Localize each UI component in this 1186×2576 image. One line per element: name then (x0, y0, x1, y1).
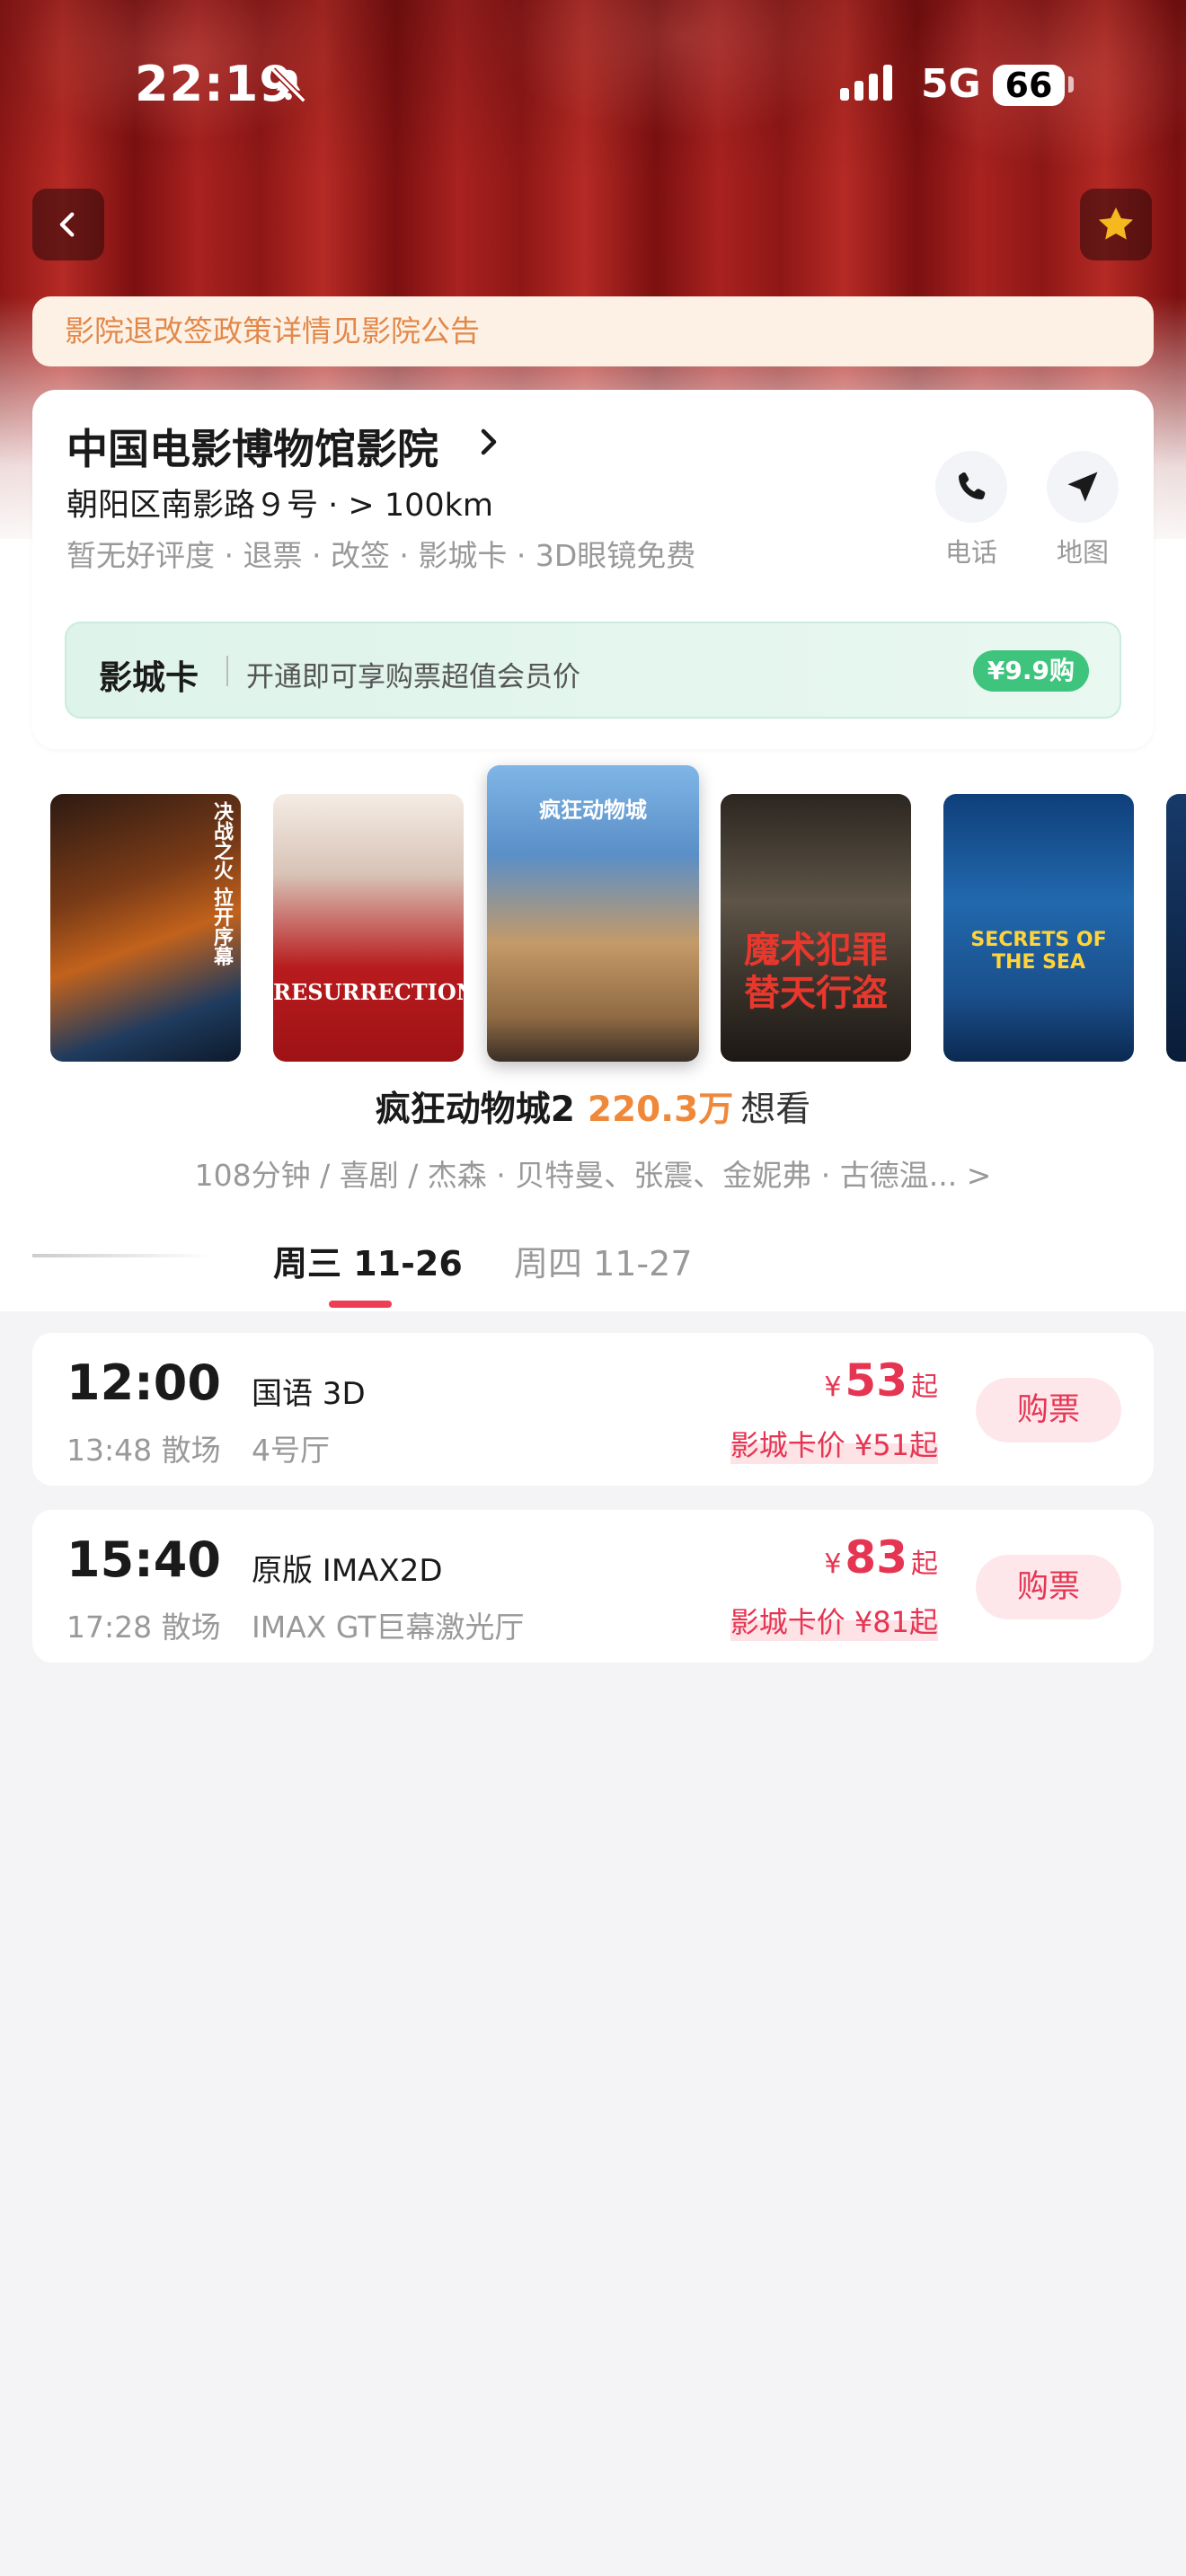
tab-date-thursday[interactable]: 周四 11-27 (514, 1236, 693, 1285)
active-tab-indicator (329, 1301, 392, 1308)
currency-symbol: ¥ (824, 1372, 842, 1403)
signal-icon (840, 65, 898, 101)
now-you-see-me3-poster[interactable]: 魔术犯罪 替天行盗 (721, 794, 911, 1062)
showtime-row[interactable]: 15:40 17:28 散场 原版 IMAX2D IMAX GT巨幕激光厅 ¥8… (32, 1510, 1154, 1663)
start-time: 15:40 (66, 1531, 221, 1588)
movie-title: 疯狂动物城2 (375, 1090, 575, 1130)
favorite-button[interactable] (1080, 189, 1152, 260)
buy-ticket-button[interactable]: 购票 (976, 1555, 1121, 1619)
phone-label: 电话 (944, 537, 997, 568)
map-button[interactable]: 地图 (1042, 451, 1123, 569)
chevron-left-icon (59, 212, 75, 237)
card-price: 影城卡价 ¥81起 (730, 1600, 938, 1641)
tab-fade (32, 1254, 212, 1257)
hall-name: IMAX GT巨幕激光厅 (252, 1610, 525, 1645)
back-button[interactable] (32, 189, 104, 260)
cinema-tags: 暂无好评度 · 退票 · 改签 · 影城卡 · 3D眼镜免费 (66, 538, 696, 573)
want-count: 220.3万 (587, 1090, 734, 1130)
card-price: 影城卡价 ¥51起 (730, 1423, 938, 1464)
price-value: 53 (845, 1354, 907, 1407)
network-type: 5G (921, 61, 981, 107)
tab-date-wednesday[interactable]: 周三 11-26 (273, 1236, 463, 1285)
price-suffix: 起 (911, 1548, 938, 1580)
price: ¥53 起 (824, 1354, 938, 1407)
chevron-right-icon[interactable] (473, 424, 505, 460)
movie-title-row: 疯狂动物城2 220.3万 想看 (0, 1081, 1186, 1132)
map-label: 地图 (1056, 537, 1109, 568)
divider (226, 656, 228, 686)
price-suffix: 起 (911, 1372, 938, 1403)
date-tabs: 周三 11-26 周四 11-27 (0, 1222, 1186, 1308)
cinema-card-promo[interactable]: 影城卡 开通即可享购票超值会员价 ¥9.9购 (65, 622, 1121, 719)
start-time: 12:00 (66, 1354, 221, 1411)
cinema-info-card: 中国电影博物馆影院 朝阳区南影路９号 · > 100km 暂无好评度 · 退票 … (32, 390, 1154, 749)
secrets-of-the-sea-poster[interactable]: SECRETS OF THE SEA (943, 794, 1134, 1062)
hall-name: 4号厅 (252, 1433, 330, 1468)
movie-poster-carousel[interactable]: 决战之火 拉开序幕 RESURRECTION 疯狂动物城 魔术犯罪 替天行盗 S… (0, 763, 1186, 1069)
vip-card-title: 影城卡 (99, 658, 199, 697)
movie-meta[interactable]: 108分钟 / 喜剧 / 杰森 · 贝特曼、张震、金妮弗 · 古德温... > (0, 1151, 1186, 1195)
end-time: 13:48 散场 (66, 1433, 221, 1468)
language-format: 国语 3D (252, 1376, 366, 1412)
currency-symbol: ¥ (824, 1548, 842, 1580)
star-icon (1099, 207, 1133, 240)
language-format: 原版 IMAX2D (252, 1553, 443, 1589)
status-bar: 22:19 5G 66 (0, 0, 1186, 171)
next-poster-peek[interactable] (1166, 794, 1186, 1062)
battery-nub (1068, 76, 1074, 93)
end-time: 17:28 散场 (66, 1610, 221, 1645)
showtime-row[interactable]: 12:00 13:48 散场 国语 3D 4号厅 ¥53 起 影城卡价 ¥51起 … (32, 1333, 1154, 1486)
price: ¥83 起 (824, 1531, 938, 1584)
silent-bell-icon (270, 67, 306, 103)
cinema-address: 朝阳区南影路９号 · > 100km (66, 488, 493, 524)
resurrection-poster[interactable]: RESURRECTION (273, 794, 464, 1062)
policy-notice[interactable]: 影院退改签政策详情见影院公告 (32, 296, 1154, 366)
buy-ticket-button[interactable]: 购票 (976, 1378, 1121, 1442)
vip-card-price-badge[interactable]: ¥9.9购 (972, 650, 1089, 692)
phone-icon (959, 472, 986, 500)
price-value: 83 (845, 1531, 907, 1584)
cinema-name[interactable]: 中国电影博物馆影院 (66, 417, 438, 476)
vip-card-description: 开通即可享购票超值会员价 (246, 661, 580, 693)
demon-slayer-poster[interactable]: 决战之火 拉开序幕 (50, 794, 241, 1062)
zootopia2-poster[interactable]: 疯狂动物城 (487, 765, 699, 1062)
phone-button[interactable]: 电话 (931, 451, 1012, 569)
navigation-arrow-icon (1067, 472, 1098, 502)
battery-icon: 66 (993, 65, 1065, 106)
want-label: 想看 (740, 1090, 811, 1130)
